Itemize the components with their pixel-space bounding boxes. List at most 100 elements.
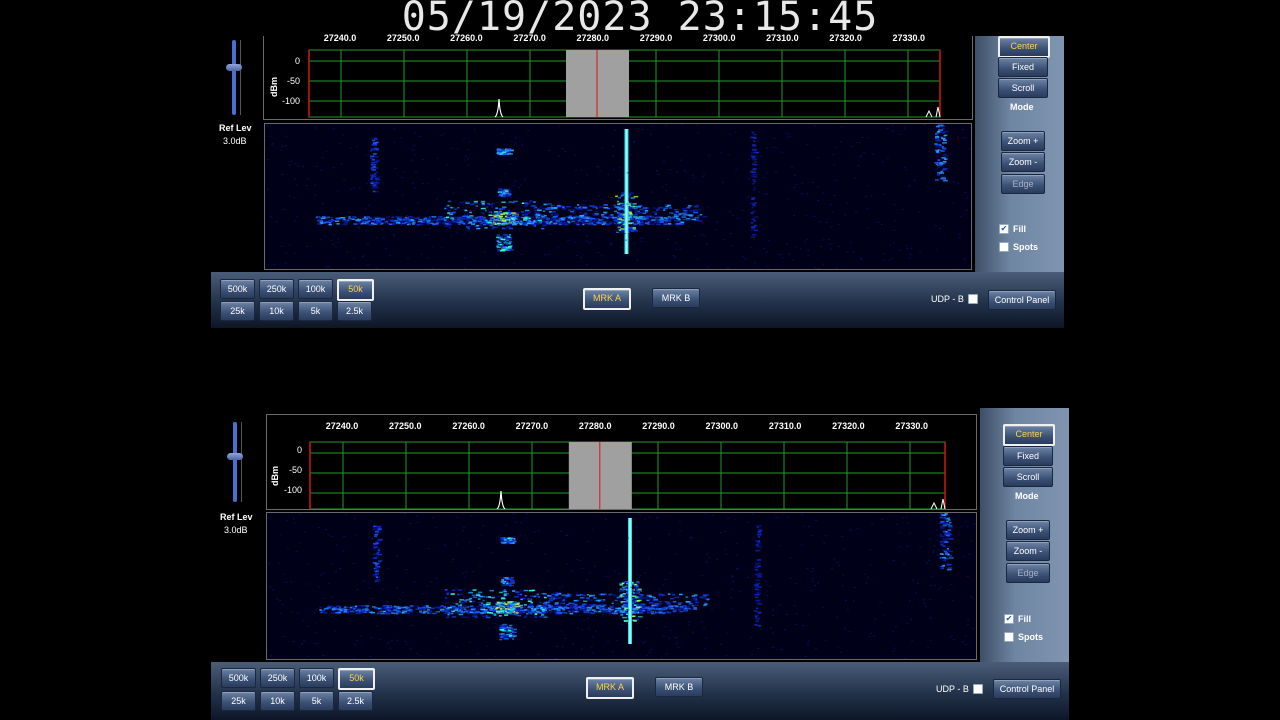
signal-trace: [948, 519, 951, 521]
spots-checkbox[interactable]: [999, 242, 1009, 252]
span-25k-button[interactable]: 25k: [221, 691, 256, 711]
span-500k-button[interactable]: 500k: [220, 279, 255, 299]
waterfall-noise: [298, 513, 301, 515]
waterfall-noise: [619, 167, 622, 169]
waterfall-streak: [568, 215, 572, 217]
mode-scroll-button[interactable]: Scroll: [998, 78, 1048, 98]
waterfall-streak: [705, 598, 711, 600]
waterfall-streak: [571, 611, 576, 613]
span-250k-button[interactable]: 250k: [259, 279, 294, 299]
carrier-line-core: [625, 129, 628, 254]
waterfall-streak: [562, 609, 565, 611]
span-50k-button[interactable]: 50k: [337, 279, 374, 301]
waterfall-streak: [445, 602, 449, 604]
waterfall-streak: [450, 593, 455, 595]
waterfall-streak: [374, 220, 379, 223]
waterfall-noise: [911, 640, 914, 642]
frequency-tick-label: 27310.0: [766, 33, 799, 43]
waterfall-noise: [646, 654, 649, 656]
waterfall-streak: [577, 204, 580, 206]
waterfall-noise: [879, 601, 882, 603]
waterfall-noise: [613, 229, 616, 231]
waterfall-streak: [557, 218, 561, 220]
ref-level-slider[interactable]: [233, 422, 237, 502]
span-5k-button[interactable]: 5k: [298, 301, 333, 321]
waterfall-noise: [514, 521, 517, 523]
waterfall-noise: [591, 529, 594, 531]
span-250k-button[interactable]: 250k: [260, 668, 295, 688]
waterfall-noise: [427, 548, 430, 549]
waterfall-streak: [389, 610, 394, 612]
udp-checkbox[interactable]: [973, 684, 983, 694]
waterfall-noise: [494, 655, 497, 657]
waterfall-streak: [648, 597, 653, 600]
signal-trace: [509, 579, 514, 582]
waterfall-noise: [727, 518, 729, 519]
mode-center-button[interactable]: Center: [1003, 424, 1055, 446]
signal-trace: [934, 169, 939, 171]
waterfall-streak: [553, 608, 558, 610]
span-2-5k-button[interactable]: 2.5k: [337, 301, 372, 321]
waterfall-display[interactable]: [266, 512, 977, 660]
mode-scroll-button[interactable]: Scroll: [1003, 467, 1053, 487]
signal-trace: [934, 143, 939, 146]
ref-level-slider-thumb[interactable]: [227, 453, 243, 460]
span-50k-button[interactable]: 50k: [338, 668, 375, 690]
signal-trace: [754, 148, 757, 151]
udp-checkbox[interactable]: [968, 294, 978, 304]
span-100k-button[interactable]: 100k: [299, 668, 334, 688]
waterfall-noise: [665, 125, 668, 127]
waterfall-streak: [438, 221, 442, 224]
ref-level-slider[interactable]: [232, 40, 236, 115]
fill-checkbox[interactable]: ✔: [1004, 614, 1014, 624]
spectrum-plot[interactable]: [263, 36, 973, 120]
signal-trace: [503, 627, 506, 629]
waterfall-noise: [361, 255, 364, 257]
mode-fixed-button[interactable]: Fixed: [1003, 446, 1053, 466]
zoom-in-button[interactable]: Zoom +: [1001, 131, 1045, 151]
marker-b-button[interactable]: MRK B: [652, 288, 700, 308]
waterfall-noise: [935, 249, 938, 251]
mode-center-button[interactable]: Center: [998, 36, 1050, 58]
span-10k-button[interactable]: 10k: [260, 691, 295, 711]
waterfall-streak: [336, 223, 340, 225]
waterfall-noise: [665, 190, 668, 192]
edge-button[interactable]: Edge: [1006, 563, 1050, 583]
waterfall-noise: [527, 130, 530, 131]
waterfall-noise: [662, 584, 665, 586]
span-2-5k-button[interactable]: 2.5k: [338, 691, 373, 711]
marker-a-button[interactable]: MRK A: [583, 288, 631, 310]
waterfall-noise: [406, 215, 409, 216]
waterfall-streak: [664, 601, 670, 603]
span-100k-button[interactable]: 100k: [298, 279, 333, 299]
waterfall-noise: [778, 545, 781, 547]
spectrum-plot[interactable]: [266, 414, 977, 510]
waterfall-streak: [665, 220, 669, 222]
waterfall-noise: [908, 257, 911, 259]
span-10k-button[interactable]: 10k: [259, 301, 294, 321]
signal-hotspot: [511, 215, 515, 218]
control-panel-button[interactable]: Control Panel: [993, 679, 1061, 699]
spots-checkbox[interactable]: [1004, 632, 1014, 642]
span-25k-button[interactable]: 25k: [220, 301, 255, 321]
zoom-out-button[interactable]: Zoom -: [1006, 541, 1050, 561]
waterfall-streak: [461, 616, 464, 618]
waterfall-noise: [407, 257, 409, 259]
waterfall-noise: [666, 146, 669, 148]
edge-button[interactable]: Edge: [1001, 174, 1045, 194]
marker-b-button[interactable]: MRK B: [655, 677, 703, 697]
mode-fixed-button[interactable]: Fixed: [998, 57, 1048, 77]
waterfall-streak: [408, 610, 413, 613]
control-panel-button[interactable]: Control Panel: [988, 290, 1056, 310]
marker-a-button[interactable]: MRK A: [586, 677, 634, 699]
span-500k-button[interactable]: 500k: [221, 668, 256, 688]
span-5k-button[interactable]: 5k: [299, 691, 334, 711]
ref-level-slider-thumb[interactable]: [226, 64, 242, 71]
waterfall-noise: [494, 626, 496, 628]
zoom-out-button[interactable]: Zoom -: [1001, 152, 1045, 172]
waterfall-display[interactable]: [264, 123, 972, 270]
signal-trace: [376, 566, 380, 568]
zoom-in-button[interactable]: Zoom +: [1006, 520, 1050, 540]
fill-checkbox[interactable]: ✔: [999, 224, 1009, 234]
signal-trace: [947, 529, 952, 531]
